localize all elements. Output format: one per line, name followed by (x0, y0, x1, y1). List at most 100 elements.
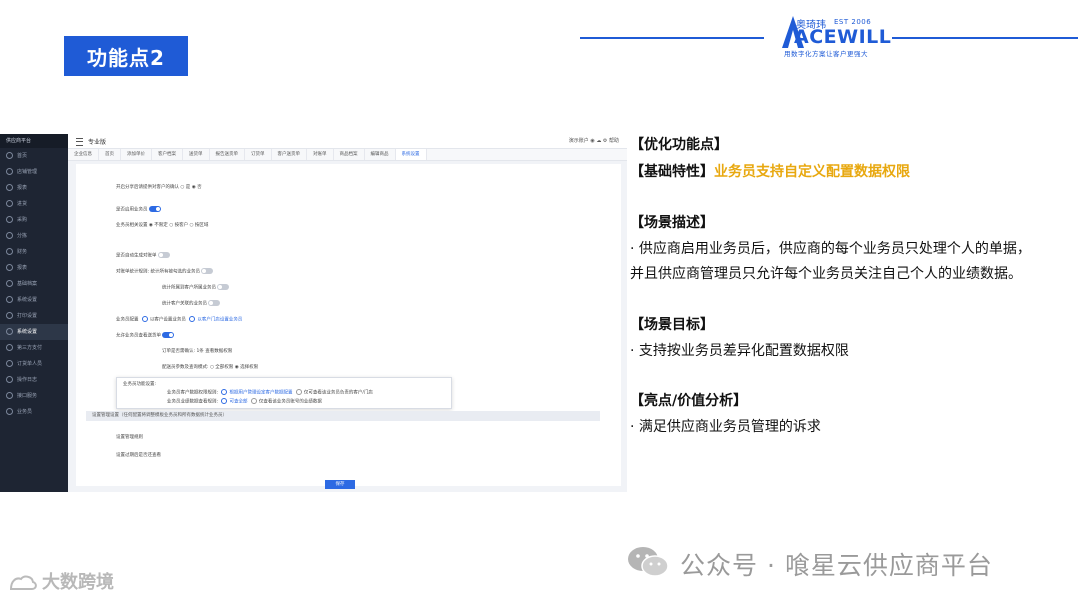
sidebar-item[interactable]: 报表 (0, 180, 68, 196)
goal-text: · 支持按业务员差异化配置数据权限 (630, 343, 849, 359)
sidebar-item-icon (6, 264, 13, 271)
sidebar-item[interactable]: 操作日志 (0, 372, 68, 388)
sidebar-item[interactable]: 进货 (0, 196, 68, 212)
popup-row: 业务员业绩数据查看规则: 可查全部 仅查看该业务员账号的业绩数据 (167, 398, 322, 405)
sidebar-item-label: 接口服务 (17, 393, 38, 399)
topbar: 专业版 演示账户 ◉ ☁ ⚙ 帮助 (68, 134, 627, 149)
heading-scenario: 【场景描述】 (630, 215, 714, 231)
setting-row: 统计所属到客户所属业务员 (162, 284, 230, 291)
wechat-watermark: 公众号 · 喰星云供应商平台 (680, 551, 993, 580)
radio-label: 可查全部 (229, 399, 248, 405)
salesman-toggle[interactable] (148, 206, 161, 212)
radio-option[interactable] (221, 389, 228, 395)
sidebar-item[interactable]: 第三方支付 (0, 340, 68, 356)
tab[interactable]: 订货单 (245, 149, 272, 160)
tab[interactable]: 对账单 (307, 149, 334, 160)
radio-label: 以客户门店设置业务员 (197, 317, 243, 323)
logo-word: ACEWILL (794, 26, 892, 48)
sidebar-brand: 供应商平台 (0, 134, 68, 148)
sidebar-item-icon (6, 232, 13, 239)
value-text: · 满足供应商业务员管理的诉求 (630, 419, 821, 435)
popup-row: 业务员客户数据权限规则: 根据用户管理设定客户数据配置 仅可查看该业务员负责的客… (167, 389, 373, 396)
sidebar-item[interactable]: 系统设置 (0, 292, 68, 308)
sidebar: 供应商平台 首页 店铺管理 报表 进货 采购 分拣 财务 报表 基础档案 系统设置 打印设置 系统设置… (0, 134, 68, 492)
popup-label: 业务员客户数据权限规则: (167, 390, 219, 396)
tab[interactable]: 首页 (99, 149, 121, 160)
heading-basic: 【基础特性】业务员支持自定义配置数据权限 (630, 161, 910, 181)
logo-est: EST 2006 (834, 18, 872, 26)
sidebar-item[interactable]: 基础档案 (0, 276, 68, 292)
sidebar-item[interactable]: 接口服务 (0, 388, 68, 404)
rule-toggle-1[interactable] (201, 268, 214, 274)
sidebar-item-icon (6, 248, 13, 255)
tab-bar: 企业信息 首页 添加单价 客户档案 送货单 报告送货单 订货单 客户送货单 对账单 商品档案 编辑商… (68, 149, 627, 161)
tab[interactable]: 客户档案 (152, 149, 183, 160)
sidebar-item-icon (6, 216, 13, 223)
salesman-settings-popup: 业务员功能设置: 业务员客户数据权限规则: 根据用户管理设定客户数据配置 仅可查… (116, 377, 452, 409)
auto-statement-toggle[interactable] (157, 252, 170, 258)
sidebar-item-label: 分拣 (17, 233, 28, 239)
view-delivery-toggle[interactable] (162, 332, 175, 338)
sidebar-item[interactable]: 财务 (0, 244, 68, 260)
sidebar-item-label: 订货单人员 (17, 361, 43, 367)
radio-option[interactable] (189, 316, 196, 322)
tab[interactable]: 企业信息 (68, 149, 99, 160)
setting-row: 统计客户关联的业务员 (162, 300, 221, 307)
sidebar-item-icon (6, 392, 13, 399)
tab[interactable]: 系统设置 (395, 149, 427, 160)
sidebar-item-icon (6, 200, 13, 207)
logo-divider-right (892, 37, 1078, 39)
sidebar-item-label: 系统设置 (17, 329, 38, 335)
save-button[interactable]: 保存 (325, 480, 355, 489)
menu-icon[interactable] (76, 138, 83, 146)
rule-toggle-2[interactable] (217, 284, 230, 290)
tab[interactable]: 送货单 (183, 149, 210, 160)
rule-toggle-3[interactable] (208, 300, 221, 306)
radio-option[interactable] (221, 398, 228, 404)
radio-label: 仅查看该业务员账号的业绩数据 (258, 399, 322, 405)
sidebar-item[interactable]: 店铺管理 (0, 164, 68, 180)
sidebar-item-label: 财务 (17, 249, 28, 255)
sidebar-item[interactable]: 打印设置 (0, 308, 68, 324)
setting-label: 对账单统计规则: 统计所有被勾选的业务员 (116, 269, 200, 275)
tab[interactable]: 添加单价 (121, 149, 152, 160)
sidebar-item[interactable]: 分拣 (0, 228, 68, 244)
scenario-desc-2: 并且供应商管理员只允许每个业务员关注自己个人的业绩数据。 (630, 266, 1022, 282)
tab[interactable]: 报告送货单 (210, 149, 245, 160)
sidebar-item[interactable]: 采购 (0, 212, 68, 228)
sidebar-item-icon (6, 344, 13, 351)
radio-label: 以客户设置业务员 (149, 317, 186, 323)
sidebar-item[interactable]: 首页 (0, 148, 68, 164)
sidebar-item-icon (6, 168, 13, 175)
tab[interactable]: 商品档案 (334, 149, 365, 160)
setting-row: 是否启用业务员 (116, 206, 161, 213)
radio-option[interactable] (250, 398, 257, 404)
bigdata-logo-icon (9, 575, 37, 590)
tab[interactable]: 客户送货单 (272, 149, 307, 160)
setting-label: 统计所属到客户所属业务员 (162, 285, 216, 291)
radio-option[interactable] (295, 389, 302, 395)
slide-title: 功能点2 (64, 36, 188, 76)
sidebar-item-icon (6, 152, 13, 159)
radio-option[interactable] (141, 316, 148, 322)
acewill-logo: 奥琦玮 EST 2006 ACEWILL 用数字化方案让客户更强大 (776, 14, 891, 60)
sidebar-item[interactable]: 订货单人员 (0, 356, 68, 372)
bigdata-text: 大数跨境 (42, 572, 114, 593)
basic-prefix: 【基础特性】 (630, 164, 714, 180)
sidebar-item-label: 报表 (17, 265, 28, 271)
settings-content: 开启分享后请提供对客户的确认 ○ 是 ◉ 否 是否启用业务员 业务员相关设置 ◉… (76, 164, 621, 486)
wechat-icon (628, 547, 669, 577)
sidebar-item-label: 业务员 (17, 409, 33, 415)
sidebar-item[interactable]: 系统设置 (0, 324, 68, 340)
setting-row: 业务员相关设置 ◉ 不限定 ○ 按客户 ○ 按区域 (116, 223, 209, 228)
app-screenshot: 供应商平台 首页 店铺管理 报表 进货 采购 分拣 财务 报表 基础档案 系统设置 打印设置 系统设置… (0, 134, 627, 492)
tab[interactable]: 编辑商品 (365, 149, 396, 160)
setting-label: 统计客户关联的业务员 (162, 301, 207, 307)
sidebar-item-label: 报表 (17, 185, 28, 191)
sidebar-item[interactable]: 业务员 (0, 404, 68, 420)
sidebar-item-icon (6, 296, 13, 303)
sidebar-item-label: 采购 (17, 217, 28, 223)
setting-label: 是否启用业务员 (116, 207, 148, 213)
heading-optimization: 【优化功能点】 (630, 137, 728, 153)
sidebar-item[interactable]: 报表 (0, 260, 68, 276)
